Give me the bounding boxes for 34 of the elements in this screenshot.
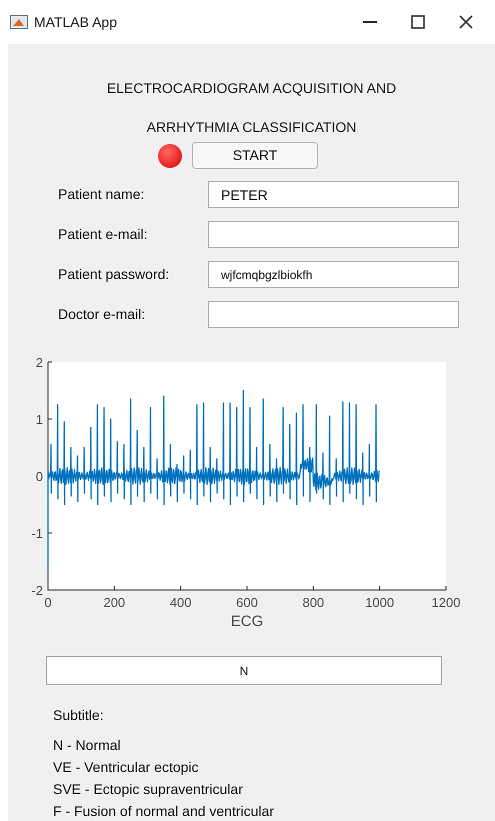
field-label: Patient password: — [57, 265, 170, 284]
text-field[interactable]: PETER — [208, 181, 459, 208]
app-icon — [10, 15, 28, 29]
legend-title: Subtitle: — [53, 706, 105, 725]
legend-item: N - Normal — [53, 736, 122, 754]
legend-item: F - Fusion of normal and ventricular — [53, 802, 275, 820]
x-tick-label: 600 — [236, 595, 258, 610]
x-axis-label: ECG — [230, 613, 264, 630]
text-field[interactable] — [208, 301, 459, 328]
y-tick-label: -1 — [31, 526, 43, 541]
field-label: Patient name: — [57, 185, 146, 204]
y-tick-label: 2 — [36, 355, 43, 370]
x-tick-label: 400 — [170, 595, 192, 610]
maximize-icon[interactable] — [411, 15, 425, 29]
text-field[interactable]: wjfcmqbgzlbiokfh — [208, 261, 459, 288]
app-heading: ARRHYTHMIA CLASSIFICATION — [146, 118, 356, 137]
start-button[interactable]: START — [192, 142, 318, 169]
window-title: MATLAB App — [34, 12, 118, 32]
x-tick-label: 800 — [302, 595, 324, 610]
field-label: Patient e-mail: — [57, 225, 148, 244]
x-tick-label: 1000 — [365, 595, 394, 610]
x-tick-label: 200 — [103, 595, 126, 610]
field-label: Doctor e-mail: — [57, 305, 146, 324]
result-field: N — [46, 656, 442, 685]
close-icon[interactable] — [459, 15, 473, 29]
legend-item: SVE - Ectopic supraventricular — [53, 780, 244, 798]
y-tick-label: 0 — [36, 469, 43, 484]
y-tick-label: 1 — [36, 412, 43, 427]
app-heading: ELECTROCARDIOGRAM ACQUISITION AND — [106, 79, 396, 98]
x-tick-label: 0 — [44, 595, 52, 610]
y-tick-label: -2 — [31, 583, 43, 598]
legend-item: VE - Ventricular ectopic — [53, 758, 200, 776]
text-field[interactable] — [208, 221, 459, 248]
x-tick-label: 1200 — [432, 595, 460, 610]
